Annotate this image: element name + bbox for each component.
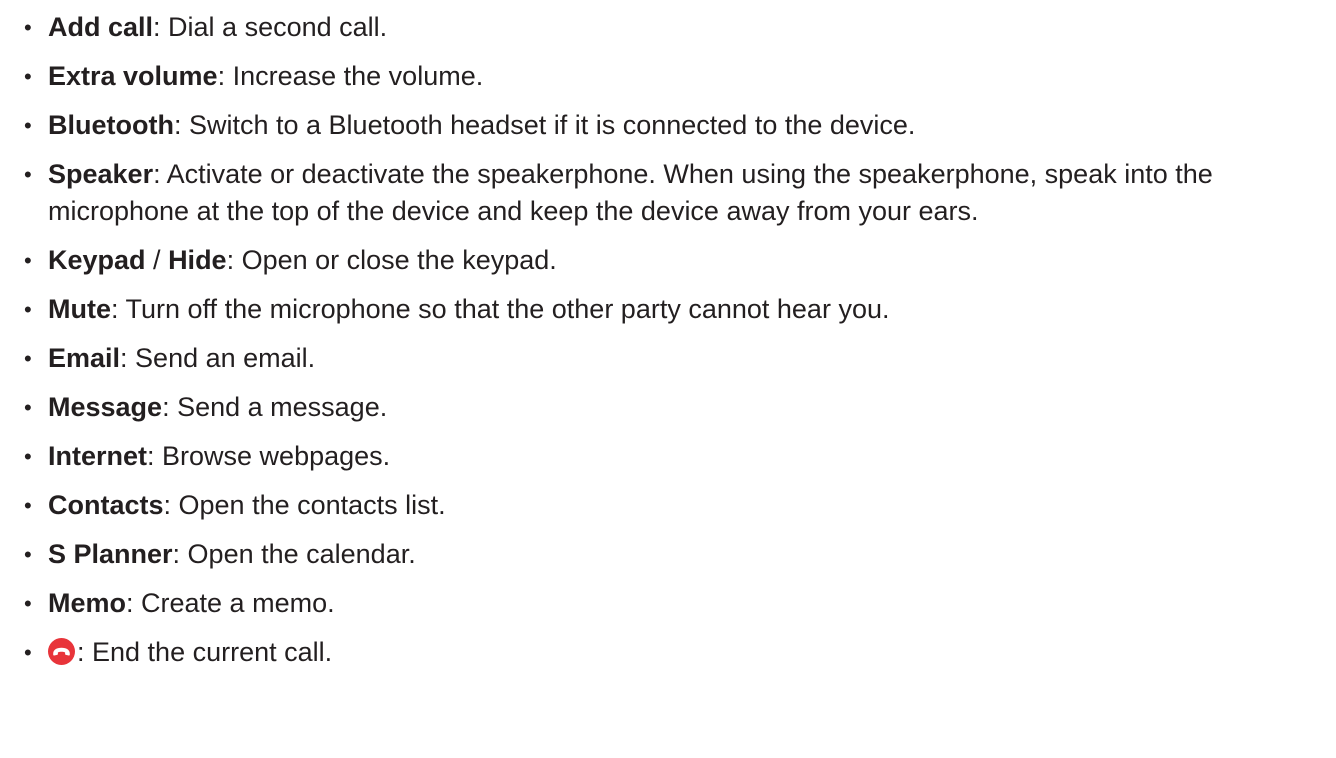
bullet: • bbox=[24, 493, 32, 518]
description: : Switch to a Bluetooth headset if it is… bbox=[173, 110, 916, 140]
list-item: • Speaker: Activate or deactivate the sp… bbox=[0, 156, 1336, 230]
description: : End the current call. bbox=[77, 637, 333, 667]
term: Internet bbox=[48, 441, 148, 471]
term: Memo bbox=[48, 588, 127, 618]
description: : Send an email. bbox=[120, 343, 316, 373]
bullet: • bbox=[24, 640, 32, 665]
list-item: • Contacts: Open the contacts list. bbox=[0, 487, 1336, 524]
description: : Create a memo. bbox=[126, 588, 335, 618]
bullet: • bbox=[24, 542, 32, 567]
description: : Increase the volume. bbox=[217, 61, 484, 91]
bullet: • bbox=[24, 248, 32, 273]
term: Add call bbox=[48, 12, 154, 42]
description: : Open the contacts list. bbox=[163, 490, 446, 520]
bullet: • bbox=[24, 346, 32, 371]
term: Message bbox=[48, 392, 163, 422]
list-item: • Mute: Turn off the microphone so that … bbox=[0, 291, 1336, 328]
list-item: • Keypad / Hide: Open or close the keypa… bbox=[0, 242, 1336, 279]
bullet: • bbox=[24, 444, 32, 469]
bullet: • bbox=[24, 162, 32, 187]
term: Contacts bbox=[48, 490, 164, 520]
term: Bluetooth bbox=[48, 110, 174, 140]
feature-list: • Add call: Dial a second call. • Extra … bbox=[0, 9, 1336, 683]
term: Mute bbox=[48, 294, 111, 324]
list-item: • Email: Send an email. bbox=[0, 340, 1336, 377]
description: : Browse webpages. bbox=[147, 441, 391, 471]
term: Hide bbox=[168, 245, 227, 275]
list-item: • Memo: Create a memo. bbox=[0, 585, 1336, 622]
bullet: • bbox=[24, 297, 32, 322]
list-item: • Message: Send a message. bbox=[0, 389, 1336, 426]
term: Speaker bbox=[48, 159, 154, 189]
description: : Dial a second call. bbox=[153, 12, 388, 42]
description: : Open the calendar. bbox=[172, 539, 416, 569]
description: : Turn off the microphone so that the ot… bbox=[111, 294, 890, 324]
list-item: • Extra volume: Increase the volume. bbox=[0, 58, 1336, 95]
end-call-icon bbox=[48, 638, 75, 665]
bullet: • bbox=[24, 64, 32, 89]
description: : Activate or deactivate the speakerphon… bbox=[48, 159, 1213, 226]
list-item: • S Planner: Open the calendar. bbox=[0, 536, 1336, 573]
separator: / bbox=[145, 245, 169, 275]
term: Email bbox=[48, 343, 121, 373]
bullet: • bbox=[24, 113, 32, 138]
description: : Open or close the keypad. bbox=[226, 245, 557, 275]
term: S Planner bbox=[48, 539, 173, 569]
bullet: • bbox=[24, 15, 32, 40]
list-item: • Bluetooth: Switch to a Bluetooth heads… bbox=[0, 107, 1336, 144]
list-item: • Add call: Dial a second call. bbox=[0, 9, 1336, 46]
term: Keypad bbox=[48, 245, 146, 275]
bullet: • bbox=[24, 395, 32, 420]
description: : Send a message. bbox=[162, 392, 388, 422]
list-item: • Internet: Browse webpages. bbox=[0, 438, 1336, 475]
list-item: • : End the current call. bbox=[0, 634, 1336, 671]
bullet: • bbox=[24, 591, 32, 616]
term: Extra volume bbox=[48, 61, 218, 91]
